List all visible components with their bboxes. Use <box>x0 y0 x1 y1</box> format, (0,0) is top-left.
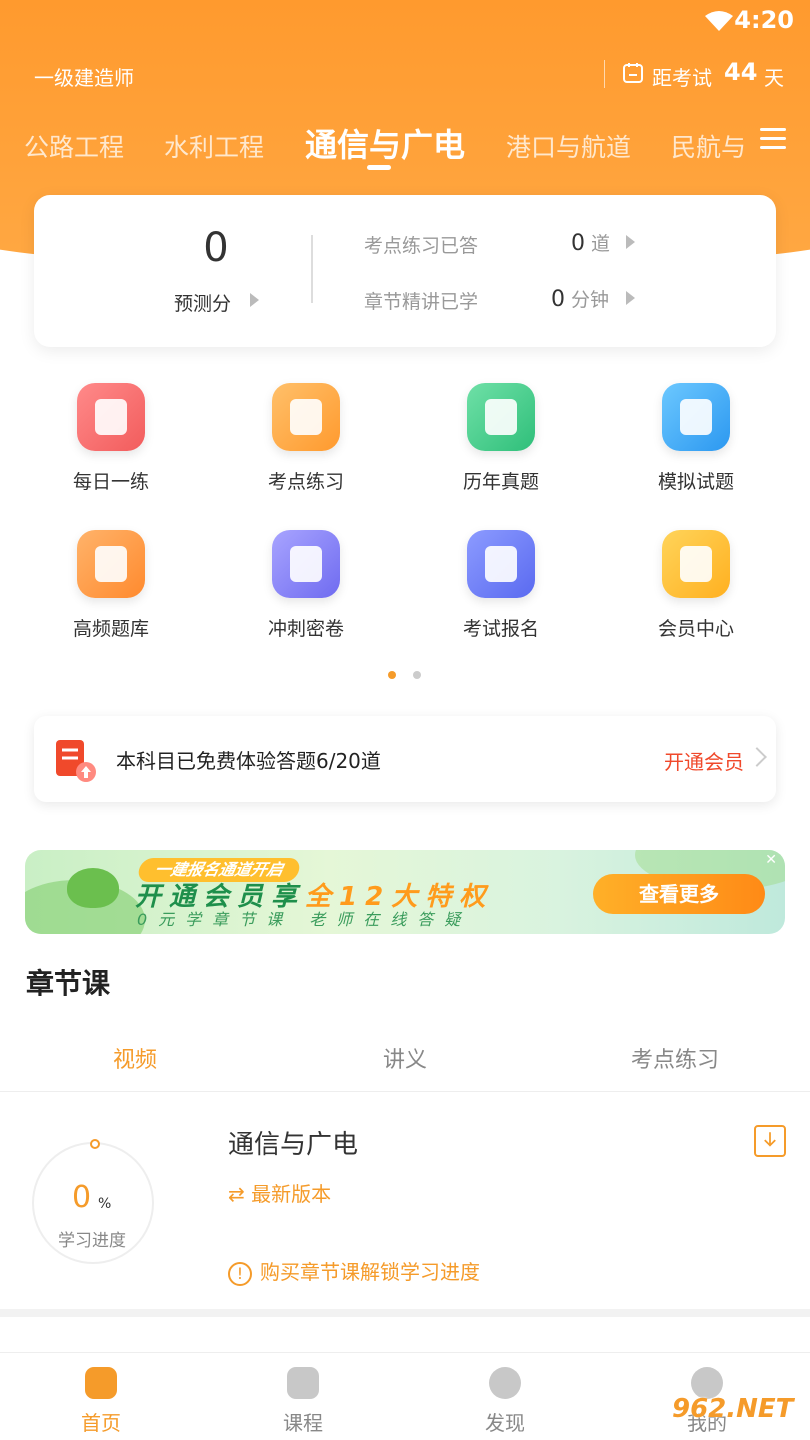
exam-countdown-label: 距考试 <box>652 66 712 90</box>
download-icon[interactable] <box>754 1125 786 1157</box>
tab-aviation[interactable]: 民航与 <box>671 128 746 164</box>
watermark-logo: 962.NET <box>672 1394 794 1424</box>
grid-item-key-points[interactable]: 考点练习 <box>231 383 381 503</box>
crown-icon <box>662 530 730 598</box>
latest-version-link[interactable]: ⇄ 最新版本 <box>228 1178 331 1207</box>
progress-label: 学习进度 <box>58 1231 126 1251</box>
calendar-icon <box>623 63 643 83</box>
grid-item-past-exams[interactable]: 历年真题 <box>426 383 576 503</box>
chapter-unit: 分钟 <box>571 289 610 311</box>
grid-label: 每日一练 <box>72 471 149 493</box>
chevron-right-icon <box>626 291 635 305</box>
status-time: 4:20 <box>734 6 794 34</box>
grid-item-exam-registration[interactable]: 考试报名 <box>426 530 576 650</box>
document-leaf-icon <box>467 383 535 451</box>
exam-countdown-days: 44 <box>724 58 758 86</box>
close-icon[interactable]: ✕ <box>765 852 777 868</box>
chapter-subtabs: 视频 讲义 考点练习 <box>0 1030 810 1092</box>
status-bar: 4:20 <box>0 0 810 44</box>
predicted-score-label[interactable]: 预测分 <box>174 289 231 316</box>
course-doc-icon <box>287 1367 319 1399</box>
grid-label: 冲刺密卷 <box>267 618 344 640</box>
grid-label: 考点练习 <box>267 471 344 493</box>
card-divider <box>311 235 313 303</box>
stats-card: 0 预测分 考点练习已答 0道 章节精讲已学 0 分钟 <box>34 195 776 347</box>
latest-version-label: 最新版本 <box>251 1182 332 1206</box>
header-top-row: 一级建造师 距考试 44 天 <box>0 58 810 91</box>
grid-label: 会员中心 <box>657 618 734 640</box>
compass-icon <box>489 1367 521 1399</box>
frog-mascot-icon <box>67 868 119 908</box>
practice-count: 0 <box>571 231 585 256</box>
subtab-handout[interactable]: 讲义 <box>270 1042 540 1074</box>
tab-port[interactable]: 港口与航道 <box>506 128 631 164</box>
grid-item-sprint-papers[interactable]: 冲刺密卷 <box>231 530 381 650</box>
banner-subtitle: 0元学章节课 老师在线答疑 <box>137 910 472 929</box>
free-trial-text: 本科目已免费体验答题6/20道 <box>116 749 381 773</box>
category-tabs: 公路工程 水利工程 通信与广电 港口与航道 民航与 <box>0 118 760 178</box>
view-more-button[interactable]: 查看更多 <box>593 874 765 914</box>
app-home-screen: 4:20 一级建造师 距考试 44 天 公路工程 水利工程 通信与广电 港口与航… <box>0 0 810 1440</box>
grid-label: 历年真题 <box>462 471 539 493</box>
progress-unit: % <box>98 1196 112 1212</box>
home-icon <box>85 1367 117 1399</box>
tab-indicator <box>367 165 391 170</box>
monitor-chart-icon <box>662 383 730 451</box>
header-divider <box>604 60 605 88</box>
chapter-stat-label: 章节精讲已学 <box>364 291 479 313</box>
open-membership-link[interactable]: 开通会员 <box>664 746 744 775</box>
subtab-video[interactable]: 视频 <box>0 1042 270 1074</box>
nav-home[interactable]: 首页 <box>0 1353 202 1440</box>
nav-label: 课程 <box>283 1411 323 1435</box>
predicted-score-value[interactable]: 0 <box>184 225 248 271</box>
page-indicator <box>388 671 428 679</box>
free-trial-card[interactable]: 本科目已免费体验答题6/20道 开通会员 <box>34 716 776 802</box>
promo-banner[interactable]: 一建报名通道开启 开通会员享全12大特权 0元学章节课 老师在线答疑 查看更多 … <box>25 850 785 934</box>
grid-item-member-center[interactable]: 会员中心 <box>621 530 771 650</box>
chevron-right-icon <box>250 293 259 307</box>
lightning-card-icon <box>272 383 340 451</box>
chevron-right-icon <box>747 747 767 767</box>
practice-unit: 道 <box>591 233 611 255</box>
grid-item-mock-exams[interactable]: 模拟试题 <box>621 383 771 503</box>
section-separator <box>0 1309 810 1317</box>
document-upgrade-icon <box>56 740 96 782</box>
grid-item-daily-practice[interactable]: 每日一练 <box>36 383 186 503</box>
pen-form-icon <box>467 530 535 598</box>
warning-icon: ! <box>228 1261 252 1286</box>
page-dot-active[interactable] <box>388 671 396 679</box>
grid-label: 考试报名 <box>462 618 539 640</box>
chevron-right-icon <box>626 235 635 249</box>
progress-value: 0 <box>72 1180 92 1215</box>
practice-stat-value[interactable]: 0道 <box>571 229 610 256</box>
chapter-minutes: 0 <box>551 287 565 312</box>
unlock-progress-link[interactable]: ! 购买章节课解锁学习进度 <box>228 1256 480 1286</box>
calendar-check-icon <box>77 383 145 451</box>
unlock-progress-text: 购买章节课解锁学习进度 <box>260 1260 480 1284</box>
grid-item-frequent-questions[interactable]: 高频题库 <box>36 530 186 650</box>
course-title[interactable]: 通信与广电 <box>228 1124 358 1161</box>
book-bookmark-icon <box>272 530 340 598</box>
swap-icon: ⇄ <box>228 1182 245 1206</box>
page-dot[interactable] <box>413 671 421 679</box>
nav-courses[interactable]: 课程 <box>202 1353 404 1440</box>
menu-icon[interactable] <box>760 128 786 150</box>
nav-label: 发现 <box>485 1411 525 1435</box>
tab-highway[interactable]: 公路工程 <box>24 128 124 164</box>
chapter-stat-value[interactable]: 0 分钟 <box>551 285 609 312</box>
section-title: 章节课 <box>26 967 111 1000</box>
tab-water[interactable]: 水利工程 <box>164 128 264 164</box>
grid-label: 高频题库 <box>72 618 149 640</box>
practice-stat-label: 考点练习已答 <box>364 235 479 257</box>
nav-discover[interactable]: 发现 <box>404 1353 606 1440</box>
exam-countdown-unit: 天 <box>764 66 784 90</box>
nav-label: 首页 <box>81 1411 121 1435</box>
tab-telecom[interactable]: 通信与广电 <box>305 120 465 166</box>
subtab-practice[interactable]: 考点练习 <box>540 1042 810 1074</box>
subject-selector[interactable]: 一级建造师 <box>34 62 134 91</box>
grid-label: 模拟试题 <box>657 471 734 493</box>
scroll-pulse-icon <box>77 530 145 598</box>
wifi-icon <box>705 11 733 31</box>
progress-marker <box>90 1139 100 1149</box>
